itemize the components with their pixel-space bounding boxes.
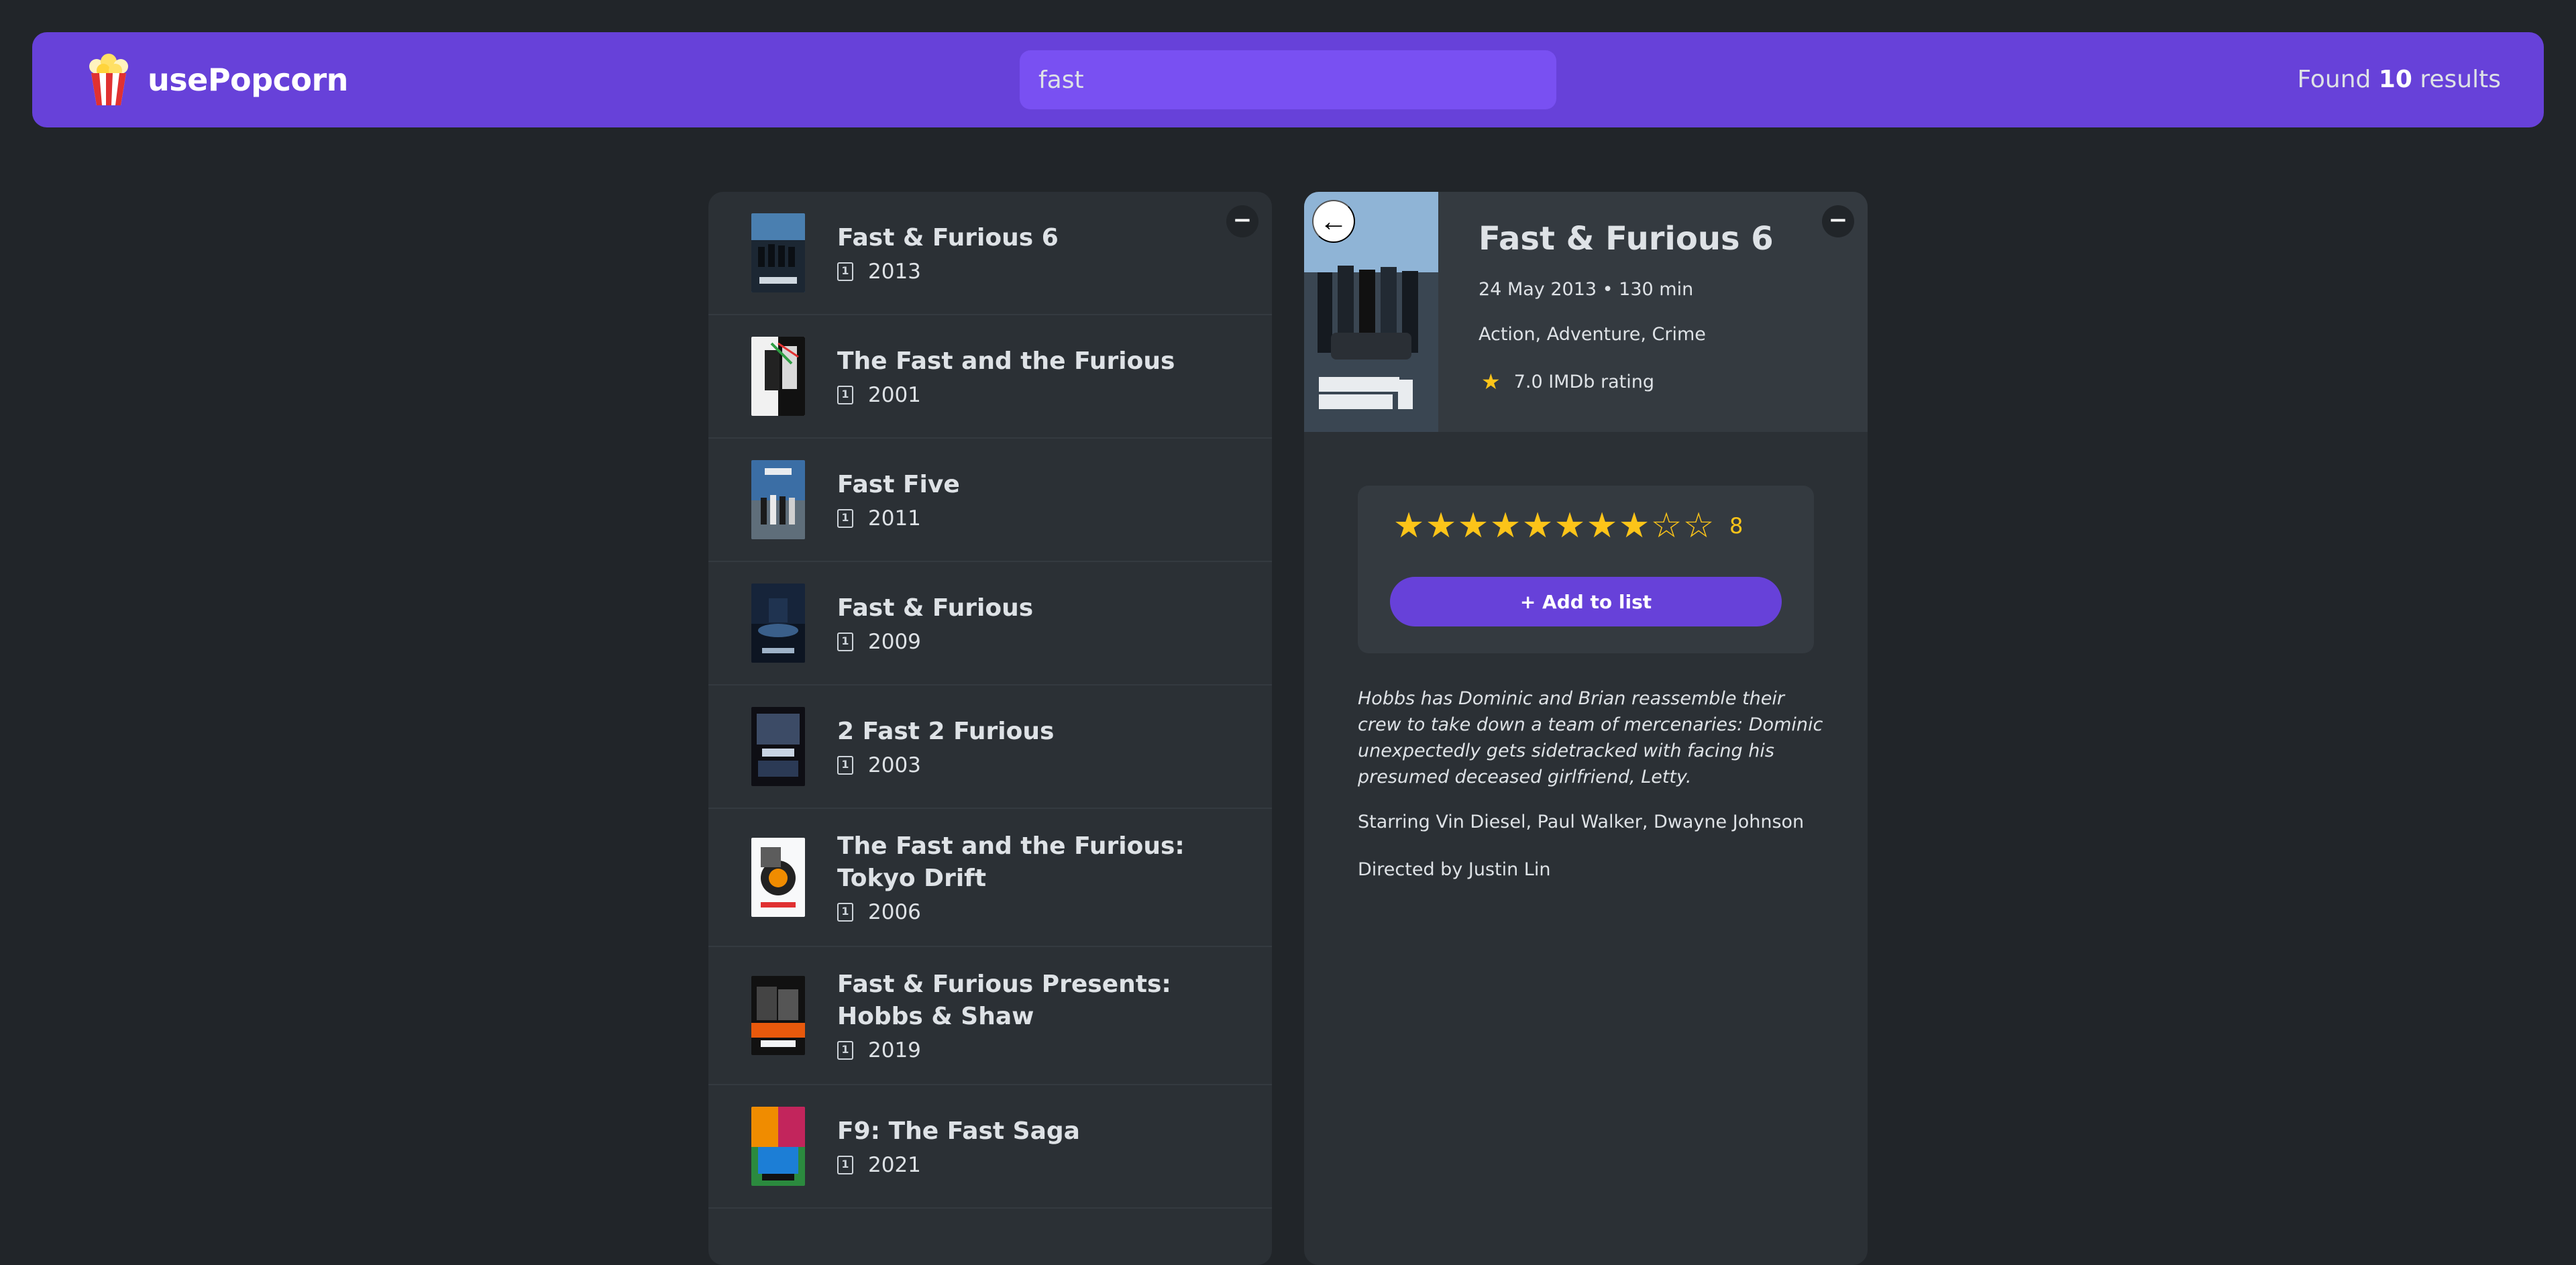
movie-item[interactable]: Fast Five 1 2011 bbox=[708, 439, 1272, 562]
star-filled-icon[interactable]: ★ bbox=[1521, 508, 1554, 543]
movie-list: Fast & Furious 6 1 2013 The Fast and the … bbox=[708, 192, 1272, 1209]
detail-title: Fast & Furious 6 bbox=[1479, 220, 1774, 258]
movie-item[interactable]: Fast & Furious 1 2009 bbox=[708, 562, 1272, 685]
movie-poster-thumbnail bbox=[751, 584, 805, 663]
release-runtime: 24 May 2013 • 130 min bbox=[1479, 279, 1694, 300]
user-rating-value: 8 bbox=[1729, 513, 1743, 539]
movie-details-box: − ← Fast & Furious 6 24 May 2013 • 130 m… bbox=[1304, 192, 1868, 1265]
calendar-icon: 1 bbox=[837, 632, 853, 651]
detail-poster: ← bbox=[1304, 192, 1438, 432]
genres: Action, Adventure, Crime bbox=[1479, 324, 1706, 345]
star-filled-icon[interactable]: ★ bbox=[1393, 508, 1425, 543]
star-filled-icon[interactable]: ★ bbox=[1554, 508, 1586, 543]
calendar-icon: 1 bbox=[837, 509, 853, 528]
star-rating: ★ ★ ★ ★ ★ ★ ★ ★ ☆ ☆ 8 bbox=[1393, 508, 1743, 543]
calendar-icon: 1 bbox=[837, 756, 853, 775]
star-empty-icon[interactable]: ☆ bbox=[1682, 508, 1715, 543]
star-filled-icon[interactable]: ★ bbox=[1457, 508, 1489, 543]
movie-item[interactable]: Fast & Furious 6 1 2013 bbox=[708, 192, 1272, 315]
movie-year: 2003 bbox=[868, 753, 921, 777]
star-filled-icon[interactable]: ★ bbox=[1586, 508, 1618, 543]
logo: usePopcorn bbox=[87, 32, 348, 127]
details-header: ← Fast & Furious 6 24 May 2013 • 130 min… bbox=[1304, 192, 1868, 432]
director: Directed by Justin Lin bbox=[1358, 859, 1551, 880]
collapse-details-button[interactable]: − bbox=[1822, 205, 1854, 237]
movie-title: Fast & Furious 6 bbox=[837, 224, 1059, 252]
movie-title: The Fast and the Furious bbox=[837, 347, 1175, 375]
popcorn-icon bbox=[89, 54, 128, 105]
calendar-icon: 1 bbox=[837, 1041, 853, 1060]
movie-poster-thumbnail bbox=[751, 1107, 805, 1186]
movie-title: Fast & Furious bbox=[837, 594, 1034, 622]
movie-poster-thumbnail bbox=[751, 976, 805, 1055]
search-input[interactable] bbox=[1020, 50, 1556, 109]
movie-item[interactable]: 2 Fast 2 Furious 1 2003 bbox=[708, 685, 1272, 809]
movie-poster-thumbnail bbox=[751, 460, 805, 539]
calendar-icon: 1 bbox=[837, 262, 853, 281]
results-suffix: results bbox=[2420, 66, 2501, 93]
movie-year: 2006 bbox=[868, 900, 921, 924]
movie-year: 2019 bbox=[868, 1038, 921, 1062]
search-results-box: − Fast & Furious 6 1 2013 The Fast and th… bbox=[708, 192, 1272, 1265]
movie-title: 2 Fast 2 Furious bbox=[837, 718, 1055, 745]
movie-item[interactable]: The Fast and the Furious 1 2001 bbox=[708, 315, 1272, 439]
movie-title: The Fast and the Furious: Tokyo Drift bbox=[837, 832, 1185, 892]
star-icon: ★ bbox=[1481, 369, 1501, 394]
imdb-rating-text: 7.0 IMDb rating bbox=[1513, 371, 1654, 392]
back-button[interactable]: ← bbox=[1312, 200, 1355, 243]
plot: Hobbs has Dominic and Brian reassemble t… bbox=[1358, 688, 1823, 787]
movie-title: Fast Five bbox=[837, 471, 960, 498]
star-filled-icon[interactable]: ★ bbox=[1425, 508, 1457, 543]
results-number: 10 bbox=[2378, 66, 2412, 93]
movie-year: 2001 bbox=[868, 383, 921, 407]
starring: Starring Vin Diesel, Paul Walker, Dwayne… bbox=[1358, 812, 1805, 832]
movie-poster-thumbnail bbox=[751, 707, 805, 786]
details-section: Hobbs has Dominic and Brian reassemble t… bbox=[1358, 685, 1827, 907]
calendar-icon: 1 bbox=[837, 386, 853, 404]
star-empty-icon[interactable]: ☆ bbox=[1650, 508, 1682, 543]
calendar-icon: 1 bbox=[837, 903, 853, 922]
star-filled-icon[interactable]: ★ bbox=[1618, 508, 1650, 543]
movie-poster-thumbnail bbox=[751, 337, 805, 416]
movie-item[interactable]: F9: The Fast Saga 1 2021 bbox=[708, 1085, 1272, 1209]
user-rating-box: ★ ★ ★ ★ ★ ★ ★ ★ ☆ ☆ 8 + Add to list bbox=[1358, 486, 1814, 653]
results-prefix: Found bbox=[2297, 66, 2371, 93]
app-title: usePopcorn bbox=[148, 62, 348, 98]
movie-poster-thumbnail bbox=[751, 838, 805, 917]
star-filled-icon[interactable]: ★ bbox=[1489, 508, 1521, 543]
movie-year: 2013 bbox=[868, 260, 921, 284]
results-count: Found 10 results bbox=[2297, 32, 2501, 127]
movie-year: 2021 bbox=[868, 1153, 921, 1177]
navbar: usePopcorn Found 10 results bbox=[32, 32, 2544, 127]
calendar-icon: 1 bbox=[837, 1156, 853, 1174]
add-to-list-button[interactable]: + Add to list bbox=[1390, 577, 1782, 626]
imdb-rating: ★ 7.0 IMDb rating bbox=[1479, 369, 1774, 394]
movie-poster-thumbnail bbox=[751, 213, 805, 292]
movie-item[interactable]: Fast & Furious Presents: Hobbs & Shaw 12… bbox=[708, 947, 1272, 1085]
collapse-list-button[interactable]: − bbox=[1226, 205, 1258, 237]
movie-year: 2011 bbox=[868, 506, 921, 531]
movie-year: 2009 bbox=[868, 630, 921, 654]
movie-title: F9: The Fast Saga bbox=[837, 1117, 1080, 1145]
movie-item[interactable]: The Fast and the Furious: Tokyo Drift 12… bbox=[708, 809, 1272, 947]
movie-title: Fast & Furious Presents: Hobbs & Shaw bbox=[837, 971, 1171, 1030]
